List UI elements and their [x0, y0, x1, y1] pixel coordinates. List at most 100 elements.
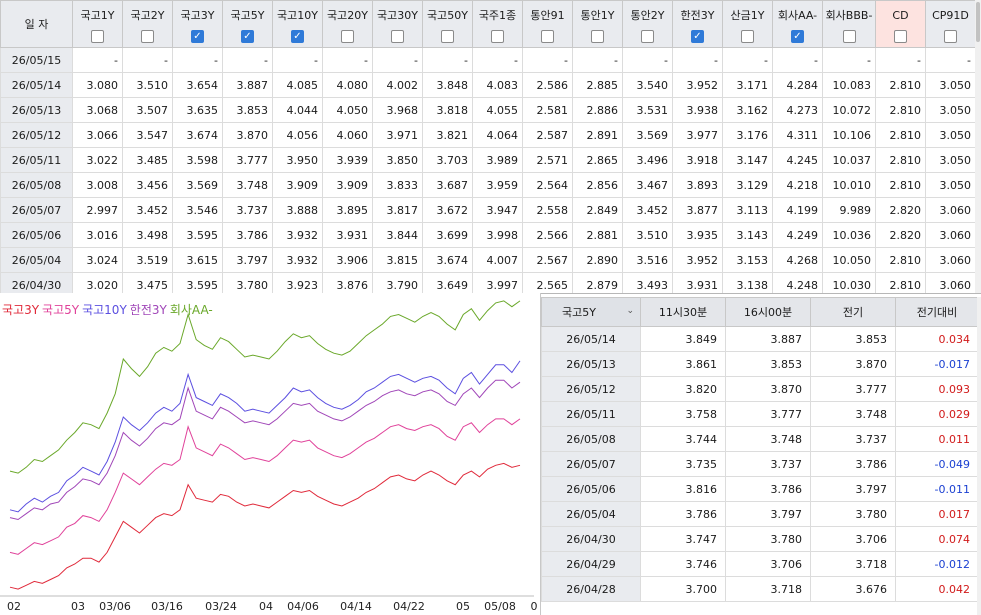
- series-checkbox[interactable]: [641, 30, 654, 43]
- table-cell: 3.147: [722, 147, 773, 173]
- table-cell: 3.546: [172, 197, 223, 223]
- series-checkbox[interactable]: ✓: [791, 30, 804, 43]
- yield-chart-panel: 02 03 03/06 03/16 03/24 04 04/06 04/14 04/22 05 05…: [0, 293, 541, 615]
- table-row[interactable]: 26/05/07 3.735 3.737 3.786 -0.049: [541, 451, 979, 477]
- table-cell: 2.810: [875, 97, 926, 123]
- row-date: 26/05/11: [0, 147, 73, 173]
- table-row[interactable]: 26/05/06 3.816 3.786 3.797 -0.011: [541, 476, 979, 502]
- chart-legend: 국고3Y 국고5Y 국고10Y 한전3Y 회사AA-: [2, 301, 216, 318]
- value-1600: 3.737: [725, 451, 811, 477]
- table-cell: 3.649: [422, 272, 473, 293]
- table-cell: 3.531: [622, 97, 673, 123]
- table-row[interactable]: 26/04/30 3.020 3.475 3.595 3.780 3.923 3.876 3.…: [0, 272, 976, 293]
- series-checkbox[interactable]: [842, 30, 856, 43]
- row-date: 26/05/04: [541, 501, 641, 527]
- table-cell: 3.935: [672, 222, 723, 248]
- table-row[interactable]: 26/05/14 3.080 3.510 3.654 3.887 4.085 4.080 4.…: [0, 72, 976, 98]
- table-cell: 3.833: [372, 172, 423, 198]
- table-cell: 3.876: [322, 272, 373, 293]
- table-cell: 3.906: [322, 247, 373, 273]
- column-header: 통안91: [522, 0, 573, 48]
- table-row[interactable]: 26/05/13 3.068 3.507 3.635 3.853 4.044 4.050 3.…: [0, 97, 976, 123]
- series-checkbox[interactable]: ✓: [241, 30, 254, 43]
- table-cell: 2.820: [875, 197, 926, 223]
- series-selector-dropdown[interactable]: 국고5Y ⌄: [541, 297, 641, 327]
- series-checkbox[interactable]: [741, 30, 754, 43]
- x-tick-label: 04/06: [287, 600, 319, 613]
- table-cell: 3.918: [672, 147, 723, 173]
- series-checkbox[interactable]: [541, 30, 554, 43]
- series-checkbox[interactable]: ✓: [291, 30, 304, 43]
- table-row[interactable]: 26/05/11 3.758 3.777 3.748 0.029: [541, 401, 979, 427]
- series-checkbox[interactable]: [341, 30, 354, 43]
- table-cell: 3.817: [372, 197, 423, 223]
- value-prev: 3.780: [810, 501, 896, 527]
- date-column-header: 일 자: [0, 0, 73, 48]
- column-header-label: 국고3Y: [180, 9, 215, 22]
- table-cell: 3.971: [372, 122, 423, 148]
- table-cell: 3.143: [722, 222, 773, 248]
- table-row[interactable]: 26/04/28 3.700 3.718 3.676 0.042: [541, 576, 979, 602]
- column-header: 통안2Y: [622, 0, 673, 48]
- series-checkbox[interactable]: ✓: [691, 30, 704, 43]
- table-row[interactable]: 26/05/12 3.066 3.547 3.674 3.870 4.056 4.060 3.…: [0, 122, 976, 148]
- table-cell: 4.268: [772, 247, 823, 273]
- series-checkbox[interactable]: [591, 30, 604, 43]
- table-cell: 3.569: [622, 122, 673, 148]
- series-line: [9, 360, 521, 513]
- column-header-label: 국고1Y: [80, 9, 115, 22]
- value-1130: 3.744: [640, 426, 726, 452]
- table-row[interactable]: 26/05/12 3.820 3.870 3.777 0.093: [541, 376, 979, 402]
- x-tick-label: 03/16: [151, 600, 183, 613]
- table-row[interactable]: 26/05/14 3.849 3.887 3.853 0.034: [541, 326, 979, 352]
- table-cell: 4.273: [772, 97, 823, 123]
- table-cell: 3.493: [622, 272, 673, 293]
- series-checkbox[interactable]: [944, 30, 957, 43]
- table-row[interactable]: 26/05/04 3.024 3.519 3.615 3.797 3.932 3.906 3.…: [0, 247, 976, 273]
- series-checkbox[interactable]: [91, 30, 104, 43]
- value-prev: 3.748: [810, 401, 896, 427]
- table-cell: 3.060: [925, 222, 976, 248]
- table-row[interactable]: 26/05/06 3.016 3.498 3.595 3.786 3.932 3.931 3.…: [0, 222, 976, 248]
- table-cell: 3.162: [722, 97, 773, 123]
- series-checkbox[interactable]: [141, 30, 154, 43]
- table-cell: 2.587: [522, 122, 573, 148]
- table-cell: 3.498: [122, 222, 173, 248]
- series-checkbox[interactable]: ✓: [191, 30, 204, 43]
- series-checkbox[interactable]: [491, 30, 504, 43]
- table-cell: 3.060: [925, 247, 976, 273]
- table-cell: 4.002: [372, 72, 423, 98]
- series-checkbox[interactable]: [894, 30, 907, 43]
- table-cell: 3.932: [272, 247, 323, 273]
- table-row[interactable]: 26/05/08 3.744 3.748 3.737 0.011: [541, 426, 979, 452]
- table-cell: 3.024: [72, 247, 123, 273]
- series-checkbox[interactable]: [391, 30, 404, 43]
- table-cell: 3.797: [222, 247, 273, 273]
- table-row[interactable]: 26/04/30 3.747 3.780 3.706 0.074: [541, 526, 979, 552]
- table-row[interactable]: 26/05/11 3.022 3.485 3.598 3.777 3.950 3.939 3.…: [0, 147, 976, 173]
- table-row[interactable]: 26/05/07 2.997 3.452 3.546 3.737 3.888 3.895 3.…: [0, 197, 976, 223]
- row-date: 26/05/06: [541, 476, 641, 502]
- table-cell: 3.016: [72, 222, 123, 248]
- column-header-label: 국고20Y: [327, 9, 368, 22]
- column-header: 국주1종: [472, 0, 523, 48]
- series-checkbox[interactable]: [441, 30, 454, 43]
- column-header: 회사AA- ✓: [772, 0, 823, 48]
- table-row[interactable]: 26/05/13 3.861 3.853 3.870 -0.017: [541, 351, 979, 377]
- intraday-table-body: 26/05/14 3.849 3.887 3.853 0.034 26/05/13 3.86…: [541, 326, 979, 602]
- table-cell: 4.080: [322, 72, 373, 98]
- x-tick-label: 04/22: [393, 600, 425, 613]
- top-table-scrollbar[interactable]: [975, 0, 981, 293]
- table-row[interactable]: 26/04/29 3.746 3.706 3.718 -0.012: [541, 551, 979, 577]
- column-header-prev: 전기: [810, 297, 896, 327]
- table-row[interactable]: 26/05/04 3.786 3.797 3.780 0.017: [541, 501, 979, 527]
- x-tick-label: 03: [71, 600, 85, 613]
- scrollbar-thumb[interactable]: [976, 2, 980, 42]
- table-cell: 4.007: [472, 247, 523, 273]
- table-cell: 3.877: [672, 197, 723, 223]
- intraday-table-scrollbar[interactable]: [977, 297, 981, 615]
- table-row[interactable]: 26/05/08 3.008 3.456 3.569 3.748 3.909 3.909 3.…: [0, 172, 976, 198]
- chevron-down-icon[interactable]: ⌄: [626, 306, 634, 316]
- table-row[interactable]: 26/05/15- - - - - - - - - - - - - - - - - -: [0, 47, 976, 73]
- row-date: 26/05/11: [541, 401, 641, 427]
